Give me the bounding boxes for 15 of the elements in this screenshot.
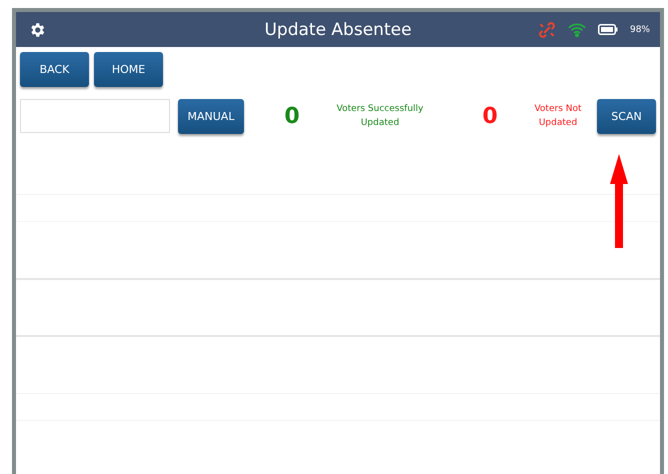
counter-value: 0 [481,104,499,128]
scan-button[interactable]: SCAN [597,98,656,134]
counter-value: 0 [283,104,301,128]
input-field[interactable] [20,99,170,133]
battery-percent: 98% [630,24,650,34]
nav-button[interactable]: BACK [20,52,89,87]
counter-label: Voters Not Updated [533,102,583,130]
nav-button[interactable]: HOME [94,52,163,87]
screen-title: Update Absentee [264,20,412,40]
manual-button[interactable]: MANUAL [178,98,244,134]
wifi-icon [568,22,586,37]
battery-icon [598,24,618,35]
arrow-icon [610,154,628,248]
broken-link-icon [538,20,556,38]
counter-label: Voters Successfully Updated [336,102,424,130]
